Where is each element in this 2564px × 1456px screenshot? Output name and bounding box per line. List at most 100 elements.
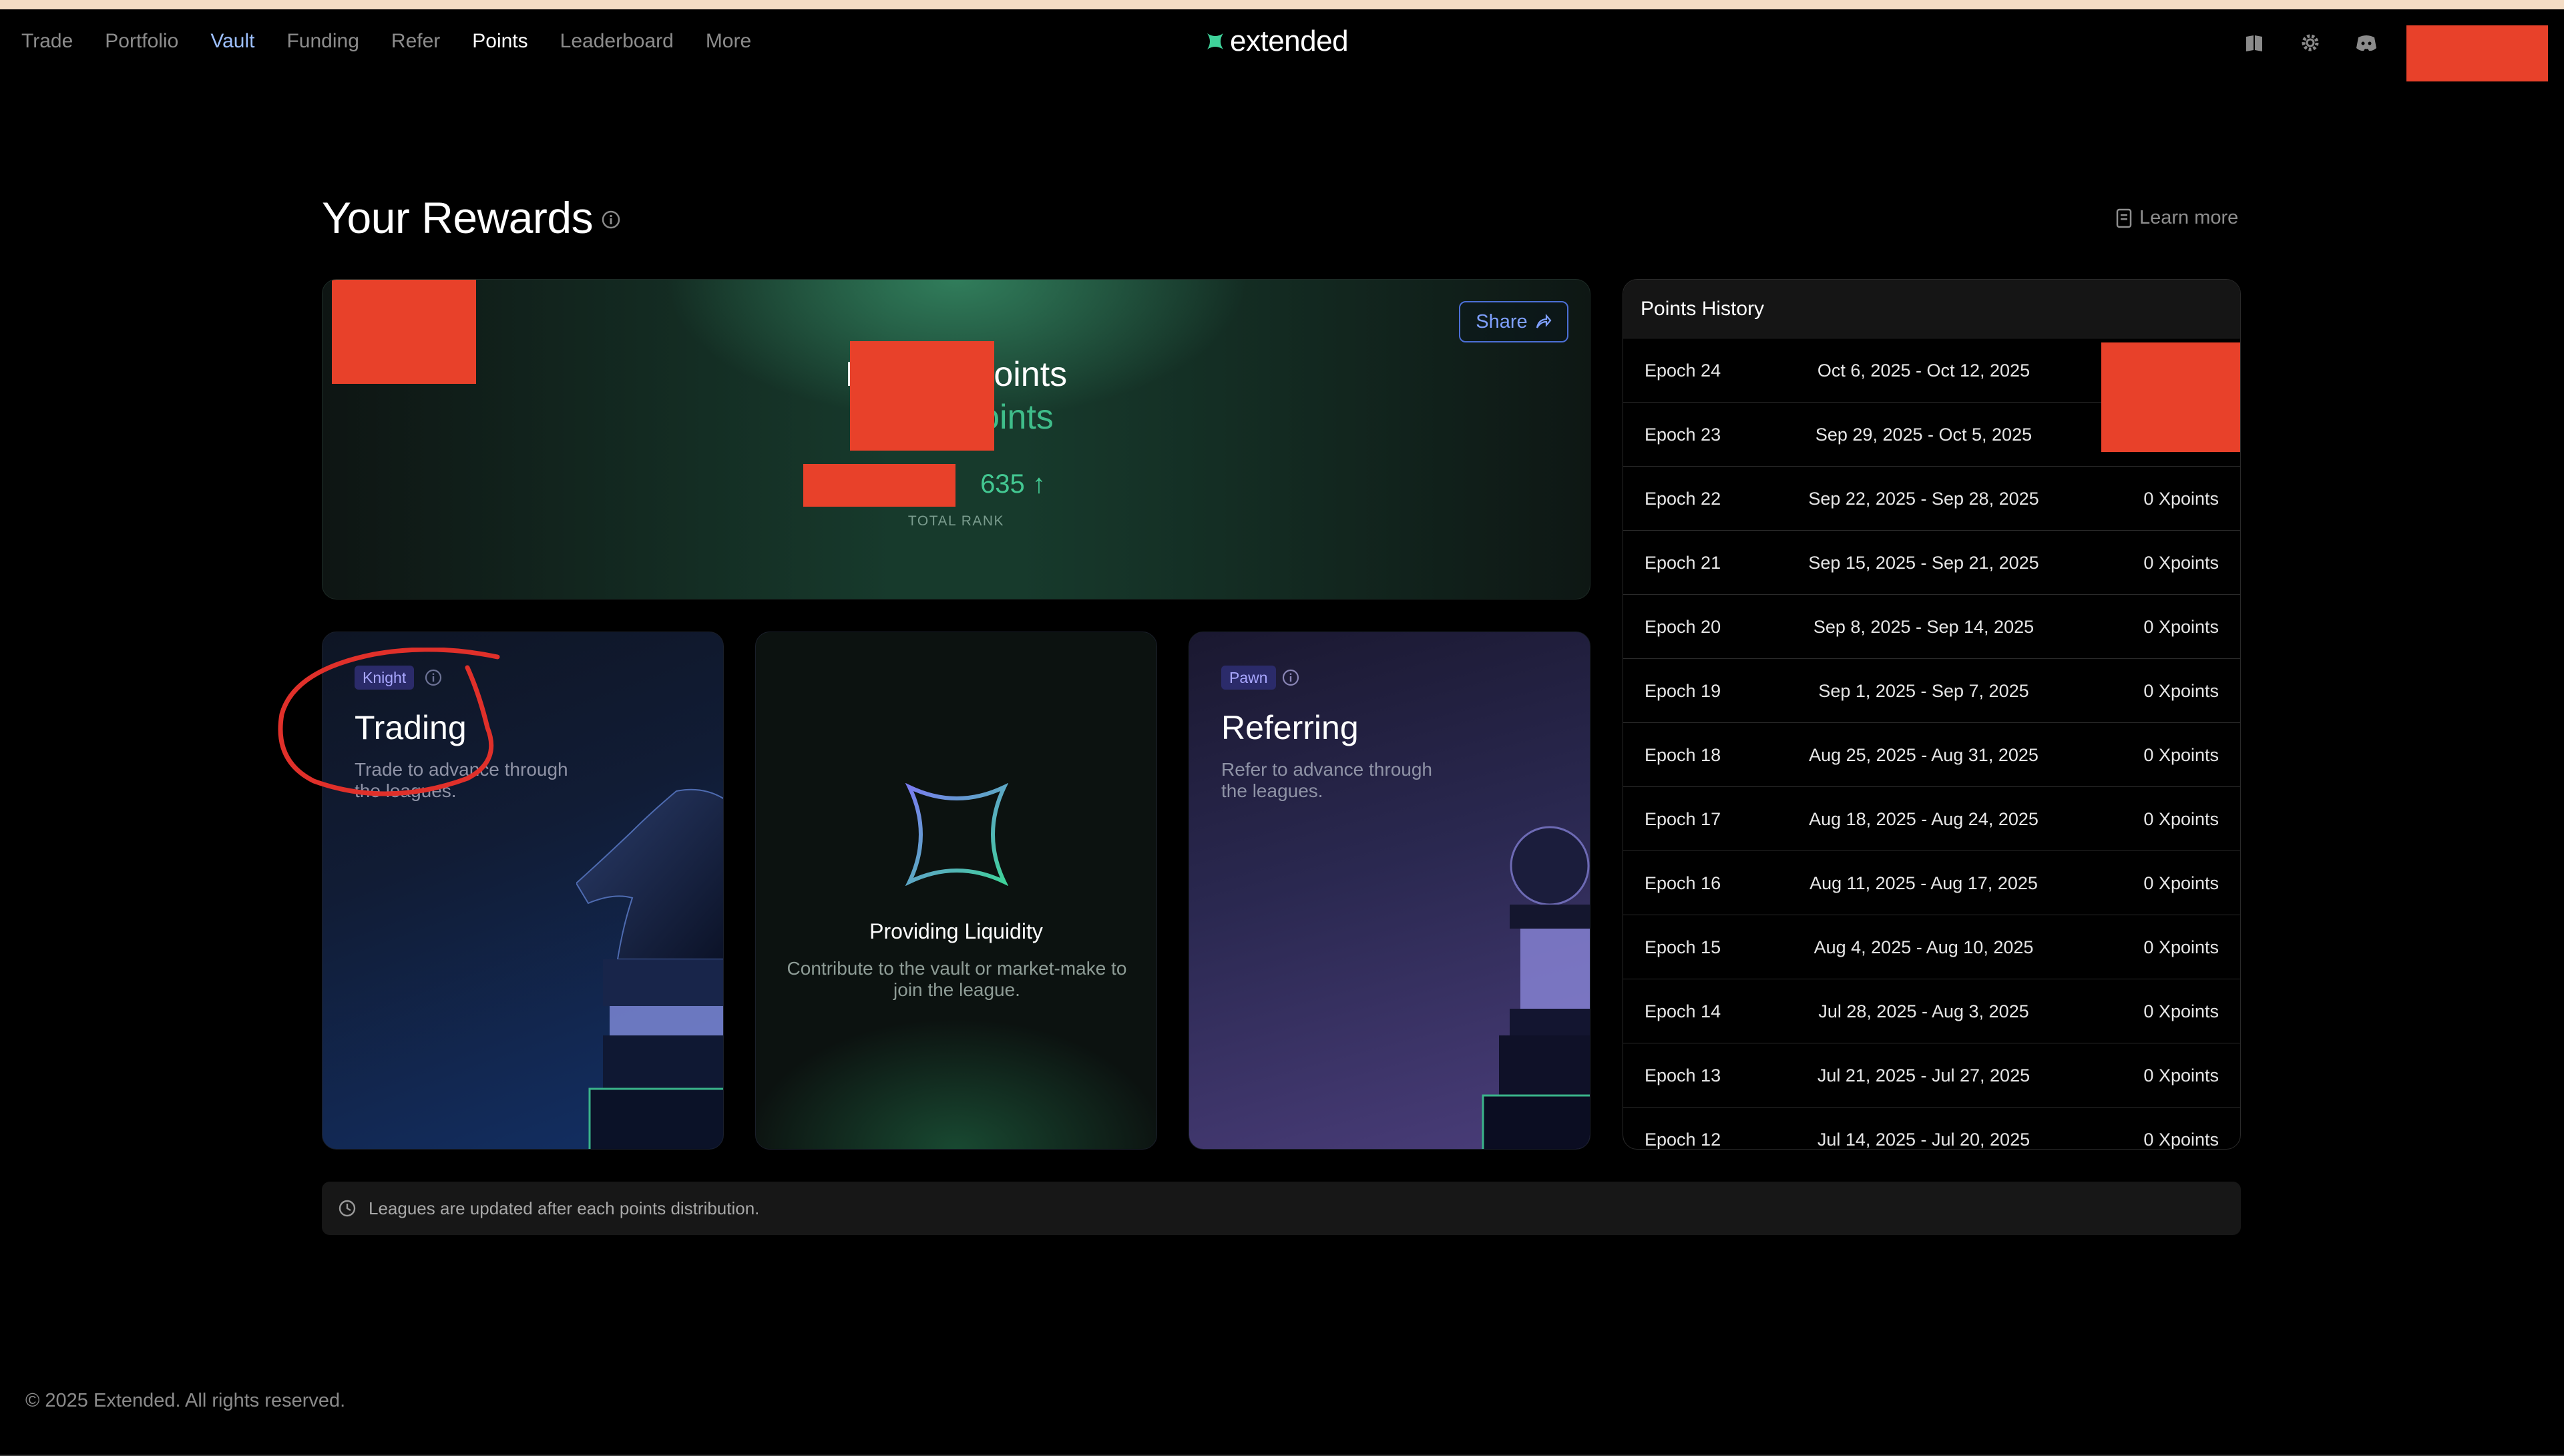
leagues-update-notice: Leagues are updated after each points di… [322, 1182, 2241, 1235]
knight-chess-piece-icon [576, 788, 723, 1149]
nav-link-funding[interactable]: Funding [286, 30, 359, 53]
nav-links: Trade Portfolio Vault Funding Refer Poin… [21, 9, 783, 73]
history-points: 0 Xpoints [2143, 873, 2219, 893]
history-points: 0 Xpoints [2143, 1130, 2219, 1150]
info-icon[interactable] [601, 210, 621, 230]
history-date-range: Sep 22, 2025 - Sep 28, 2025 [1808, 489, 2039, 509]
history-epoch: Epoch 14 [1645, 1001, 1721, 1021]
nav-link-refer[interactable]: Refer [391, 30, 440, 53]
league-description: Trade to advance through the leagues. [355, 759, 568, 801]
clock-icon [339, 1200, 356, 1217]
book-icon[interactable] [2242, 31, 2266, 55]
history-epoch: Epoch 20 [1645, 617, 1721, 637]
history-epoch: Epoch 17 [1645, 809, 1721, 829]
history-row: Epoch 16 Aug 11, 2025 - Aug 17, 2025 0 Xpo… [1623, 851, 2240, 915]
notice-text: Leagues are updated after each points di… [369, 1198, 760, 1218]
nav-link-portfolio[interactable]: Portfolio [105, 30, 178, 53]
history-points: 0 Xpoints [2143, 489, 2219, 509]
history-date-range: Sep 29, 2025 - Oct 5, 2025 [1815, 425, 2033, 445]
league-card-referring[interactable]: Pawn Referring Refer to advance through … [1189, 632, 1590, 1150]
redaction-box [2101, 342, 2240, 452]
footer-copyright: © 2025 Extended. All rights reserved. [25, 1390, 346, 1411]
history-row: Epoch 17 Aug 18, 2025 - Aug 24, 2025 0 Xpo… [1623, 787, 2240, 851]
nav-link-trade[interactable]: Trade [21, 30, 73, 53]
redaction-box [332, 280, 476, 384]
history-points: 0 Xpoints [2143, 1065, 2219, 1085]
history-row: Epoch 22 Sep 22, 2025 - Sep 28, 2025 0 Xpo… [1623, 467, 2240, 531]
history-epoch: Epoch 21 [1645, 553, 1721, 573]
history-points: 0 Xpoints [2143, 681, 2219, 701]
league-badge-pawn: Pawn [1221, 666, 1276, 690]
history-row: Epoch 21 Sep 15, 2025 - Sep 21, 2025 0 Xpo… [1623, 531, 2240, 595]
league-description: Refer to advance through the leagues. [1221, 759, 1432, 801]
pawn-chess-piece-icon [1482, 826, 1590, 1149]
points-history-title: Points History [1641, 297, 1765, 320]
history-date-range: Sep 15, 2025 - Sep 21, 2025 [1808, 553, 2039, 573]
points-history-header: Points History [1623, 280, 2240, 338]
redaction-box [803, 464, 955, 507]
nav-link-vault[interactable]: Vault [210, 30, 254, 53]
nav-link-points[interactable]: Points [472, 30, 527, 53]
page-title: Your Rewards [322, 193, 594, 242]
rank-up-arrow-icon: ↑ [1024, 469, 1046, 499]
history-date-range: Aug 11, 2025 - Aug 17, 2025 [1809, 873, 2038, 893]
info-icon[interactable] [1281, 668, 1300, 687]
history-epoch: Epoch 18 [1645, 745, 1721, 765]
history-epoch: Epoch 23 [1645, 425, 1721, 445]
nav-link-leaderboard[interactable]: Leaderboard [560, 30, 674, 53]
history-row: Epoch 14 Jul 28, 2025 - Aug 3, 2025 0 Xpoi… [1623, 979, 2240, 1043]
league-title: Referring [1221, 709, 1359, 746]
history-row: Epoch 19 Sep 1, 2025 - Sep 7, 2025 0 Xpoin… [1623, 659, 2240, 723]
logo[interactable]: extended [1206, 24, 1349, 59]
league-badge-knight: Knight [355, 666, 415, 690]
redaction-box [850, 341, 994, 451]
learn-more-link[interactable]: Learn more [2115, 207, 2238, 229]
history-row: Epoch 13 Jul 21, 2025 - Jul 27, 2025 0 Xpo… [1623, 1043, 2240, 1108]
history-date-range: Aug 4, 2025 - Aug 10, 2025 [1813, 937, 2034, 957]
history-row: Epoch 15 Aug 4, 2025 - Aug 10, 2025 0 Xpoi… [1623, 915, 2240, 979]
history-points: 0 Xpoints [2143, 617, 2219, 637]
gear-icon[interactable] [2298, 31, 2322, 55]
history-points: 0 Xpoints [2143, 745, 2219, 765]
history-epoch: Epoch 13 [1645, 1065, 1721, 1085]
nav-link-more[interactable]: More [706, 30, 751, 53]
liquidity-star-icon [905, 783, 1008, 886]
history-epoch: Epoch 15 [1645, 937, 1721, 957]
history-row: Epoch 20 Sep 8, 2025 - Sep 14, 2025 0 Xpoi… [1623, 595, 2240, 659]
points-summary-card: Share M Points C oints 635 ↑ TOTAL RANK [322, 279, 1590, 599]
points-history-list: Epoch 24 Oct 6, 2025 - Oct 12, 2025 Epoch … [1623, 338, 2240, 1150]
history-points: 0 Xpoints [2143, 809, 2219, 829]
league-title: Trading [355, 709, 467, 746]
league-card-trading[interactable]: Knight Trading Trade to advance through … [322, 632, 724, 1150]
league-description: Contribute to the vault or market-make t… [787, 958, 1127, 1000]
share-button-label: Share [1476, 310, 1528, 332]
history-date-range: Sep 8, 2025 - Sep 14, 2025 [1813, 617, 2035, 637]
history-epoch: Epoch 16 [1645, 873, 1721, 893]
share-button[interactable]: Share [1459, 301, 1568, 342]
learn-more-label: Learn more [2139, 207, 2239, 228]
document-icon [2116, 208, 2132, 228]
history-date-range: Jul 21, 2025 - Jul 27, 2025 [1817, 1065, 2031, 1085]
history-date-range: Jul 28, 2025 - Aug 3, 2025 [1818, 1001, 2029, 1021]
points-history-panel: Points History Epoch 24 Oct 6, 2025 - Oct… [1623, 279, 2241, 1150]
discord-icon[interactable] [2354, 31, 2378, 55]
total-rank-value: 635 ↑ [323, 469, 1590, 499]
history-points: 0 Xpoints [2143, 553, 2219, 573]
redaction-box [2406, 25, 2548, 81]
history-row: Epoch 18 Aug 25, 2025 - Aug 31, 2025 0 Xpo… [1623, 723, 2240, 787]
history-date-range: Aug 25, 2025 - Aug 31, 2025 [1809, 745, 2039, 765]
history-points: 0 Xpoints [2143, 1001, 2219, 1021]
logo-text: extended [1230, 25, 1349, 57]
league-title: Providing Liquidity [869, 919, 1043, 943]
total-rank-label: TOTAL RANK [907, 513, 1005, 529]
history-epoch: Epoch 22 [1645, 489, 1721, 509]
window-top-strip [0, 0, 2564, 9]
history-points: 0 Xpoints [2143, 937, 2219, 957]
top-navigation: Trade Portfolio Vault Funding Refer Poin… [0, 9, 2564, 81]
logo-mark-icon [1207, 33, 1223, 49]
history-date-range: Oct 6, 2025 - Oct 12, 2025 [1817, 360, 2031, 381]
history-epoch: Epoch 24 [1645, 360, 1721, 381]
history-date-range: Aug 18, 2025 - Aug 24, 2025 [1809, 809, 2039, 829]
league-card-liquidity[interactable]: Providing Liquidity Contribute to the va… [755, 632, 1157, 1150]
info-icon[interactable] [424, 668, 443, 687]
